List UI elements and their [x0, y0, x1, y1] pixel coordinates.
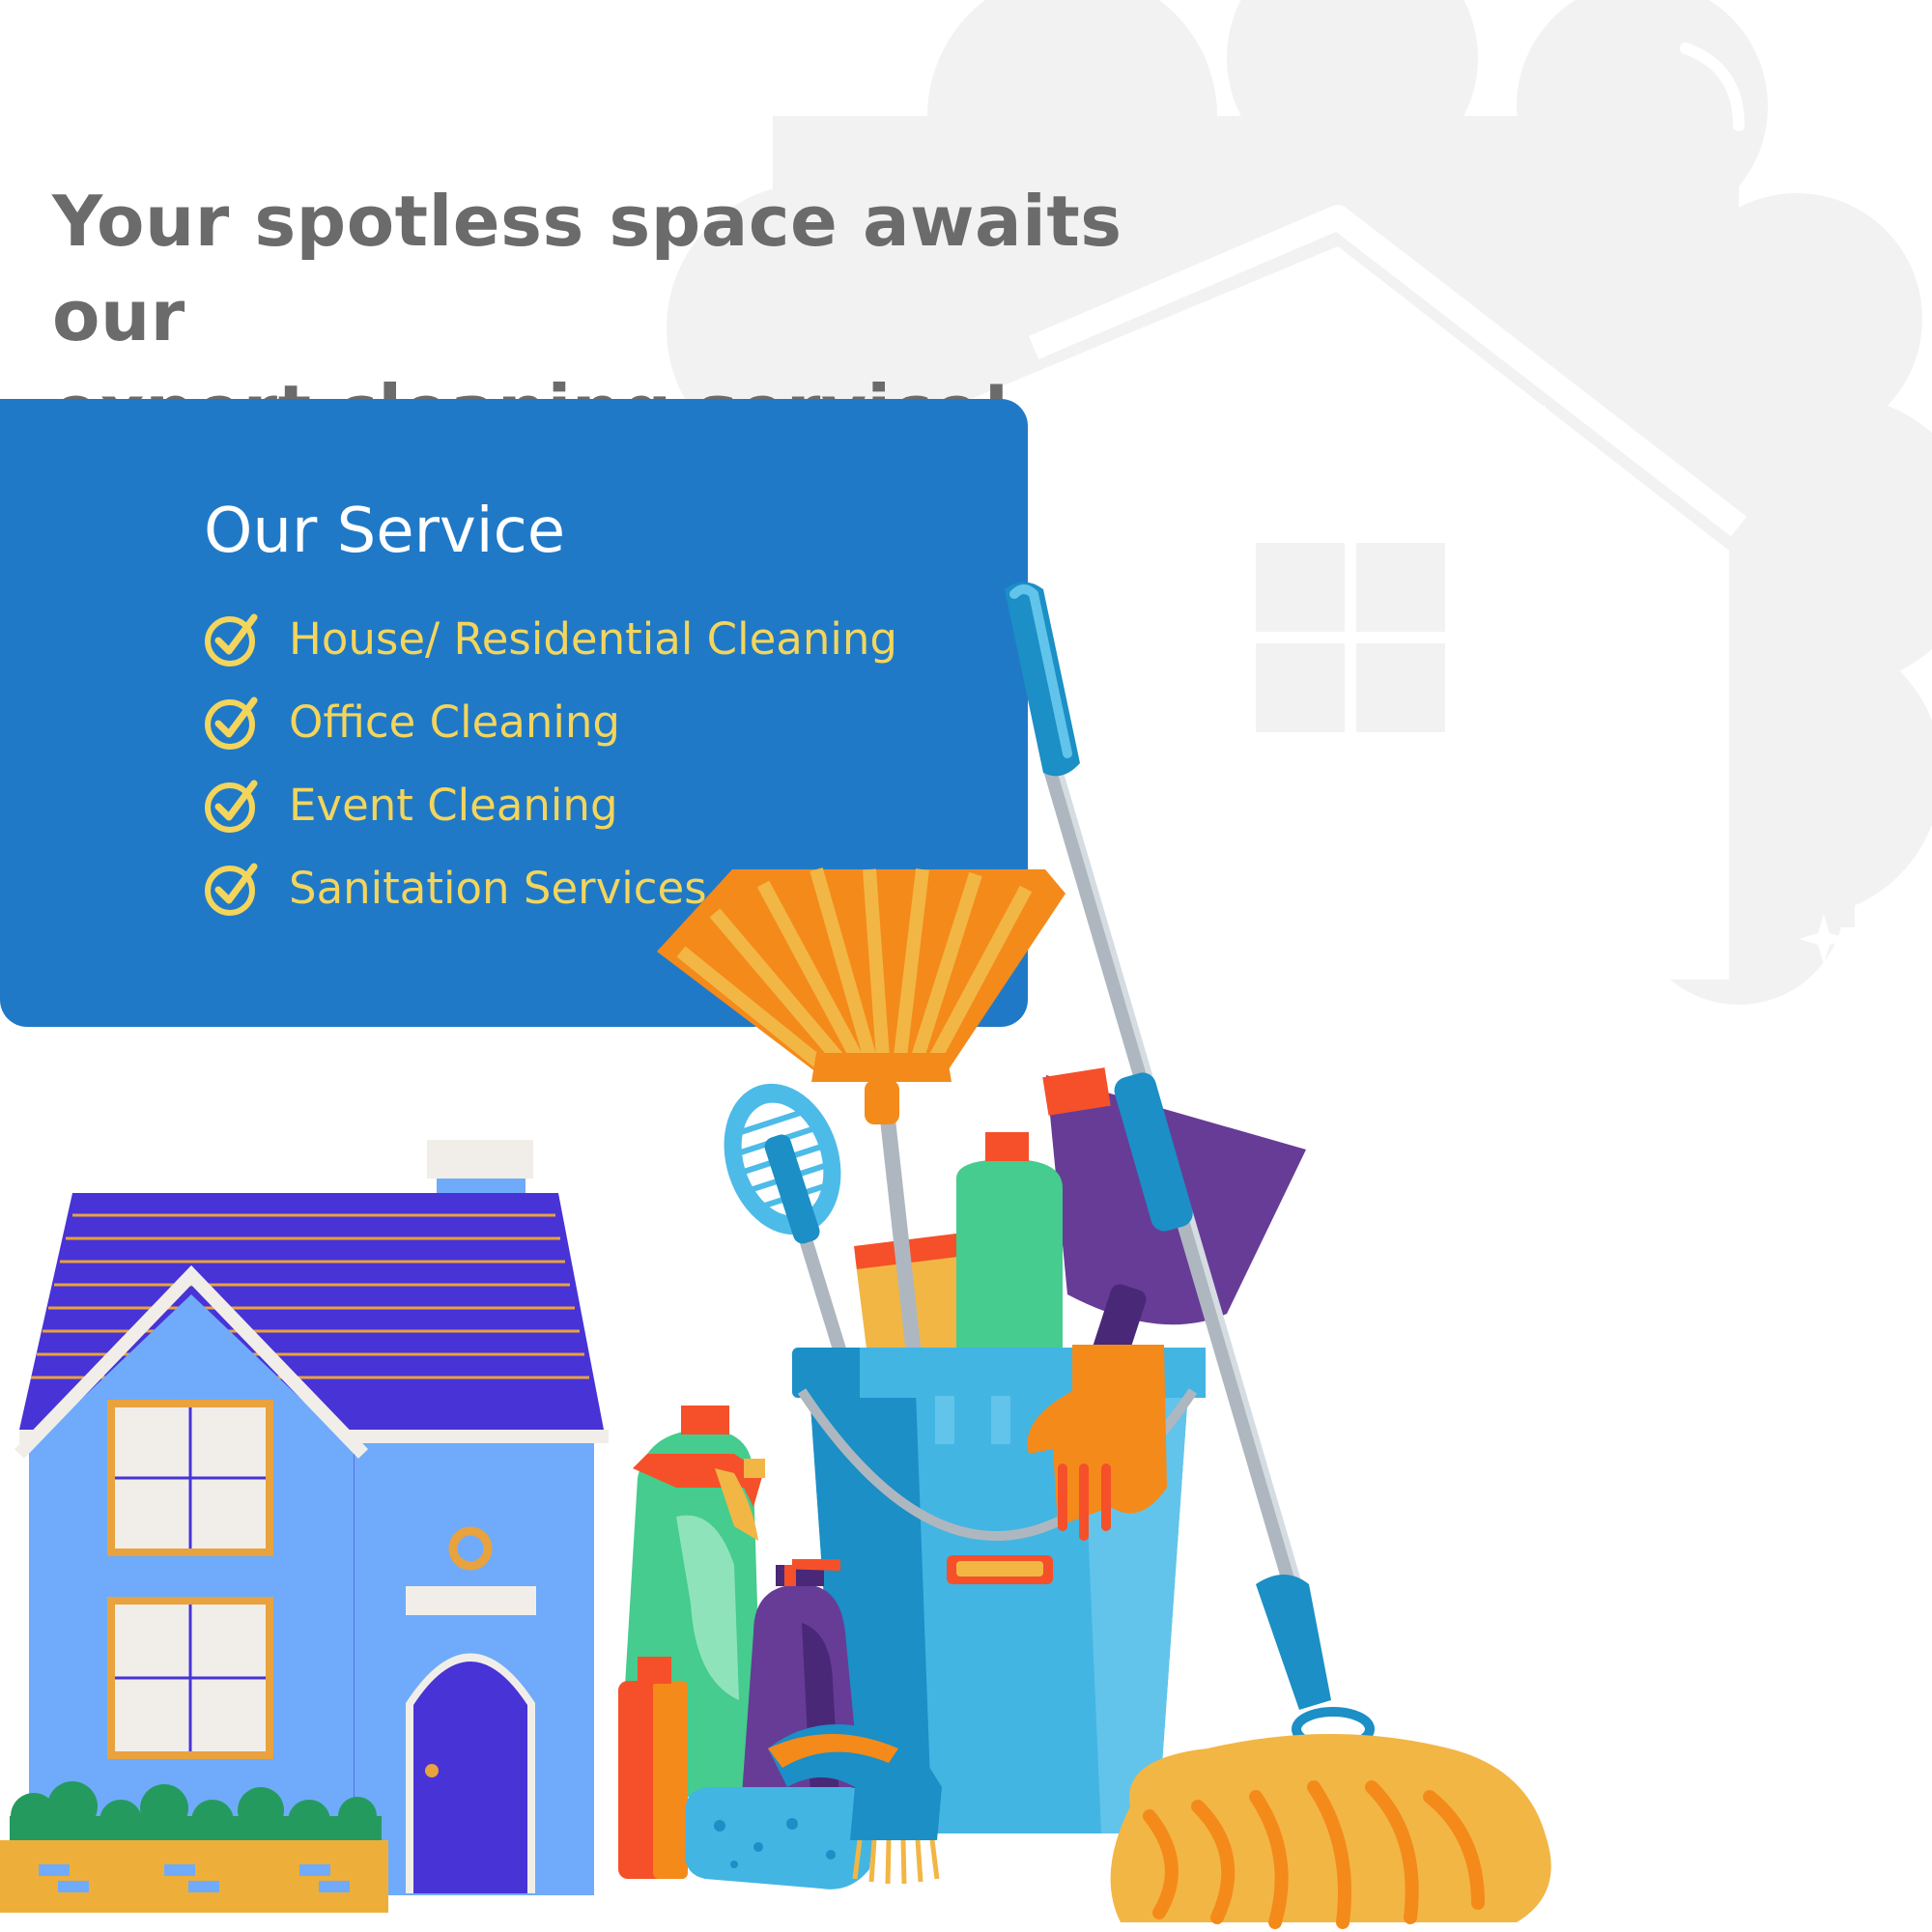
- cleaning-supplies-illustration: [0, 582, 1551, 1929]
- house-illustration: [0, 1140, 609, 1913]
